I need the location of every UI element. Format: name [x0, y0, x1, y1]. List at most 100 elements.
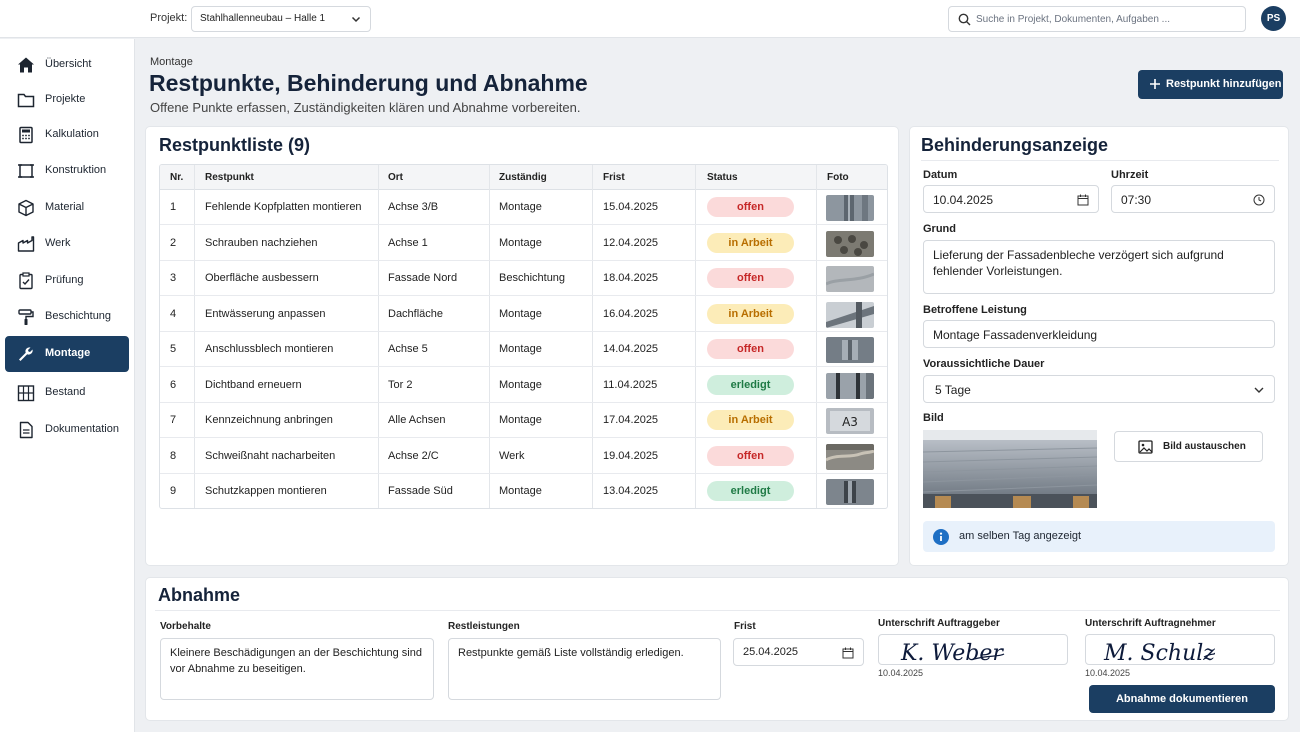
- sidebar-item-dokumentation[interactable]: Dokumentation: [5, 412, 129, 448]
- divider: [155, 610, 1280, 611]
- photo-thumbnail[interactable]: A3: [826, 408, 874, 434]
- add-restpunkt-button[interactable]: Restpunkt hinzufügen: [1138, 70, 1283, 99]
- sidebar-item-label: Beschichtung: [45, 310, 112, 322]
- frist-field[interactable]: 25.04.2025: [733, 638, 864, 666]
- photo-thumbnail[interactable]: [826, 337, 874, 363]
- avatar[interactable]: PS: [1261, 6, 1286, 31]
- uhrzeit-field[interactable]: 07:30: [1111, 185, 1275, 213]
- col-zustaendig[interactable]: Zuständig: [499, 172, 547, 183]
- cell-frist: 12.04.2025: [603, 236, 659, 249]
- photo-thumbnail[interactable]: [826, 266, 874, 292]
- sidebar-item-label: Montage: [45, 347, 91, 359]
- cell-frist: 18.04.2025: [603, 272, 659, 284]
- status-badge: offen: [707, 445, 794, 466]
- sidebar-item-kalkulation[interactable]: Kalkulation: [5, 117, 129, 153]
- status-badge: in Arbeit: [707, 410, 794, 430]
- table-row[interactable]: 3 Oberfläche ausbessern Fassade Nord Beschi…: [160, 261, 887, 296]
- col-frist[interactable]: Frist: [603, 172, 625, 183]
- leistung-field[interactable]: Montage Fassadenverkleidung: [923, 320, 1275, 348]
- signature-an[interactable]: M. Schulz: [1085, 634, 1275, 666]
- frist-label: Frist: [734, 621, 756, 632]
- calculator-icon: [19, 126, 33, 144]
- project-select[interactable]: Stahlhallenneubau – Halle 1: [191, 6, 371, 32]
- photo-thumbnail[interactable]: [826, 301, 874, 328]
- dauer-select[interactable]: 5 Tage: [923, 375, 1275, 403]
- info-banner: am selben Tag angezeigt: [923, 521, 1275, 552]
- grund-textarea[interactable]: Lieferung der Fassadenbleche verzögert s…: [923, 240, 1275, 294]
- cell-nr: 4: [170, 307, 177, 320]
- document-acceptance-button[interactable]: Abnahme dokumentieren: [1089, 685, 1275, 713]
- table-row[interactable]: 8 Schweißnaht nacharbeiten Achse 2/C Werk 19…: [160, 439, 887, 474]
- sidebar-item-beschichtung[interactable]: Beschichtung: [5, 299, 129, 335]
- cell-zustaendig: Beschichtung: [499, 272, 566, 284]
- col-restpunkt[interactable]: Restpunkt: [205, 172, 254, 183]
- photo-thumbnail[interactable]: [826, 372, 874, 399]
- cell-restpunkt: Anschlussblech montieren: [205, 343, 334, 355]
- cell-ort: Alle Achsen: [388, 414, 446, 426]
- cell-nr: 2: [170, 236, 177, 249]
- dauer-label: Voraussichtliche Dauer: [923, 358, 1045, 370]
- cell-restpunkt: Schweißnaht nacharbeiten: [205, 449, 336, 462]
- cell-restpunkt: Fehlende Kopfplatten montieren: [205, 201, 362, 213]
- vorbehalte-textarea[interactable]: Kleinere Beschädigungen an der Beschicht…: [160, 638, 434, 700]
- table-row[interactable]: 7 Kennzeichnung anbringen Alle Achsen Monta…: [160, 403, 887, 438]
- search-box[interactable]: [948, 6, 1246, 32]
- cell-restpunkt: Schrauben nachziehen: [205, 236, 318, 249]
- datum-field[interactable]: 10.04.2025: [923, 185, 1099, 213]
- cell-nr: 1: [170, 201, 177, 213]
- datum-value: 10.04.2025: [933, 193, 994, 207]
- page-title: Restpunkte, Behinderung und Abnahme: [149, 70, 588, 96]
- sidebar-item-uebersicht[interactable]: Übersicht: [5, 47, 129, 83]
- sidebar-item-bestand[interactable]: Bestand: [5, 375, 129, 411]
- abnahme-title: Abnahme: [158, 585, 241, 605]
- replace-image-button[interactable]: Bild austauschen: [1114, 431, 1263, 462]
- cell-ort: Achse 5: [388, 343, 428, 355]
- sidebar-item-material[interactable]: Material: [5, 190, 129, 226]
- cell-frist: 13.04.2025: [603, 485, 659, 497]
- col-foto[interactable]: Foto: [827, 172, 849, 183]
- sidebar-item-pruefung[interactable]: Prüfung: [5, 263, 129, 299]
- photo-thumbnail[interactable]: [826, 443, 874, 470]
- col-status[interactable]: Status: [707, 172, 738, 183]
- table-row[interactable]: 4 Entwässerung anpassen Dachfläche Montage 1…: [160, 297, 887, 332]
- photo-thumbnail[interactable]: [826, 230, 874, 257]
- calendar-icon: [842, 647, 854, 659]
- restleistungen-textarea[interactable]: Restpunkte gemäß Liste vollständig erled…: [448, 638, 721, 700]
- uhrzeit-label: Uhrzeit: [1111, 169, 1149, 181]
- photo-label-text: A3: [842, 415, 858, 429]
- cell-restpunkt: Entwässerung anpassen: [205, 307, 326, 320]
- page-subtitle: Offene Punkte erfassen, Zuständigkeiten …: [150, 100, 581, 115]
- facade-sheets-image[interactable]: [923, 430, 1097, 508]
- cell-zustaendig: Montage: [499, 378, 542, 391]
- cell-frist: 19.04.2025: [603, 449, 659, 462]
- cell-frist: 17.04.2025: [603, 414, 659, 426]
- breadcrumb[interactable]: Montage: [150, 56, 193, 68]
- sidebar-item-label: Bestand: [45, 386, 86, 398]
- chevron-down-icon: [1254, 387, 1264, 393]
- sidebar-item-werk[interactable]: Werk: [5, 226, 129, 262]
- building-icon: [17, 385, 35, 402]
- cell-restpunkt: Dichtband erneuern: [205, 378, 302, 391]
- box-icon: [18, 199, 34, 217]
- photo-thumbnail[interactable]: [826, 479, 874, 505]
- cell-zustaendig: Werk: [499, 449, 525, 462]
- col-nr[interactable]: Nr.: [170, 172, 183, 183]
- signature-ag[interactable]: K. Weber: [878, 634, 1068, 666]
- col-ort[interactable]: Ort: [388, 172, 403, 183]
- cell-frist: 16.04.2025: [603, 307, 659, 320]
- table-row[interactable]: 9 Schutzkappen montieren Fassade Süd Montag…: [160, 474, 887, 508]
- chevron-down-icon: [351, 16, 361, 23]
- table-row[interactable]: 2 Schrauben nachziehen Achse 1 Montage 12.04…: [160, 226, 887, 261]
- table-row[interactable]: 6 Dichtband erneuern Tor 2 Montage 11.04.202…: [160, 368, 887, 403]
- cell-zustaendig: Montage: [499, 485, 542, 497]
- cell-zustaendig: Montage: [499, 236, 542, 249]
- table-row[interactable]: 5 Anschlussblech montieren Achse 5 Montage 1…: [160, 332, 887, 367]
- search-input[interactable]: [976, 11, 1238, 27]
- table-row[interactable]: 1 Fehlende Kopfplatten montieren Achse 3/B…: [160, 190, 887, 225]
- sidebar-item-montage[interactable]: Montage: [5, 336, 129, 372]
- sidebar-item-label: Material: [45, 201, 85, 213]
- photo-thumbnail[interactable]: [826, 195, 874, 221]
- sidebar-item-konstruktion[interactable]: Konstruktion: [5, 153, 129, 189]
- vorbehalte-label: Vorbehalte: [160, 621, 211, 632]
- sidebar-item-projekte[interactable]: Projekte: [5, 82, 129, 118]
